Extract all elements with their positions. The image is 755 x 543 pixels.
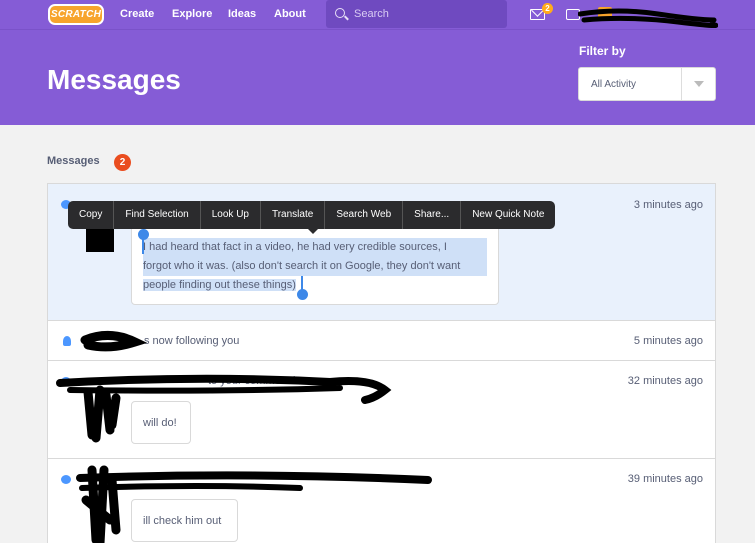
message-row: s now following you 5 minutes ago xyxy=(48,321,715,361)
message-text: s now following you xyxy=(144,335,240,347)
message-row: to your comment in 32 minutes ago will d… xyxy=(48,361,715,459)
filter-selected-value: All Activity xyxy=(591,79,637,90)
menu-item-search-web[interactable]: Search Web xyxy=(325,201,404,229)
message-time: 32 minutes ago xyxy=(627,375,703,387)
search-input[interactable] xyxy=(354,6,499,22)
search-bar[interactable] xyxy=(326,0,507,28)
comment-bubble: ill check him out xyxy=(131,499,238,542)
top-nav: SCRATCH Create Explore Ideas About 2 xyxy=(0,0,755,30)
menu-item-new-quick-note[interactable]: New Quick Note xyxy=(461,201,555,229)
filter-label: Filter by xyxy=(579,44,626,58)
messages-list: 3 minutes ago I had heard that fact in a… xyxy=(47,183,716,543)
menu-item-find-selection[interactable]: Find Selection xyxy=(114,201,201,229)
unread-count-badge: 2 xyxy=(114,154,131,171)
search-icon xyxy=(335,8,345,18)
comment-text: I had heard that fact in a video, he had… xyxy=(143,238,487,295)
comment-text: ill check him out xyxy=(143,515,222,527)
page-title: Messages xyxy=(47,64,181,95)
nav-link-ideas[interactable]: Ideas xyxy=(228,8,256,20)
comment-icon xyxy=(61,475,71,484)
message-time: 5 minutes ago xyxy=(633,335,703,347)
redaction-scribble xyxy=(578,8,718,28)
comment-bubble: will do! xyxy=(131,401,191,444)
messages-count-badge: 2 xyxy=(542,3,553,14)
scratch-logo[interactable]: SCRATCH xyxy=(48,4,104,25)
message-text: to your comment in xyxy=(208,375,302,387)
message-row: 39 minutes ago ill check him out xyxy=(48,459,715,543)
message-time: 39 minutes ago xyxy=(627,473,703,485)
nav-link-create[interactable]: Create xyxy=(120,8,154,20)
comment-icon xyxy=(61,377,71,386)
comment-bubble: I had heard that fact in a video, he had… xyxy=(131,225,499,305)
comment-line: I had heard that fact in a video, he had… xyxy=(143,238,487,257)
comment-text: will do! xyxy=(143,417,177,429)
selection-start-handle[interactable] xyxy=(138,229,149,240)
text-context-menu: Copy Find Selection Look Up Translate Se… xyxy=(68,201,556,229)
comment-line: people finding out these things) xyxy=(143,279,296,291)
page-header: Messages Filter by All Activity xyxy=(0,30,755,125)
section-title: Messages xyxy=(47,155,100,167)
menu-item-look-up[interactable]: Look Up xyxy=(201,201,261,229)
message-time: 3 minutes ago xyxy=(633,199,703,211)
selection-end-handle[interactable] xyxy=(297,289,308,300)
context-menu-pointer xyxy=(307,228,319,234)
person-icon xyxy=(63,336,71,346)
chevron-down-icon xyxy=(694,81,704,87)
filter-divider xyxy=(681,68,682,100)
menu-item-copy[interactable]: Copy xyxy=(68,201,115,229)
nav-link-explore[interactable]: Explore xyxy=(172,8,212,20)
menu-item-translate[interactable]: Translate xyxy=(261,201,326,229)
filter-dropdown[interactable]: All Activity xyxy=(578,67,716,101)
menu-item-share[interactable]: Share... xyxy=(403,201,462,229)
comment-line: forgot who it was. (also don't search it… xyxy=(143,257,487,276)
nav-link-about[interactable]: About xyxy=(274,8,306,20)
